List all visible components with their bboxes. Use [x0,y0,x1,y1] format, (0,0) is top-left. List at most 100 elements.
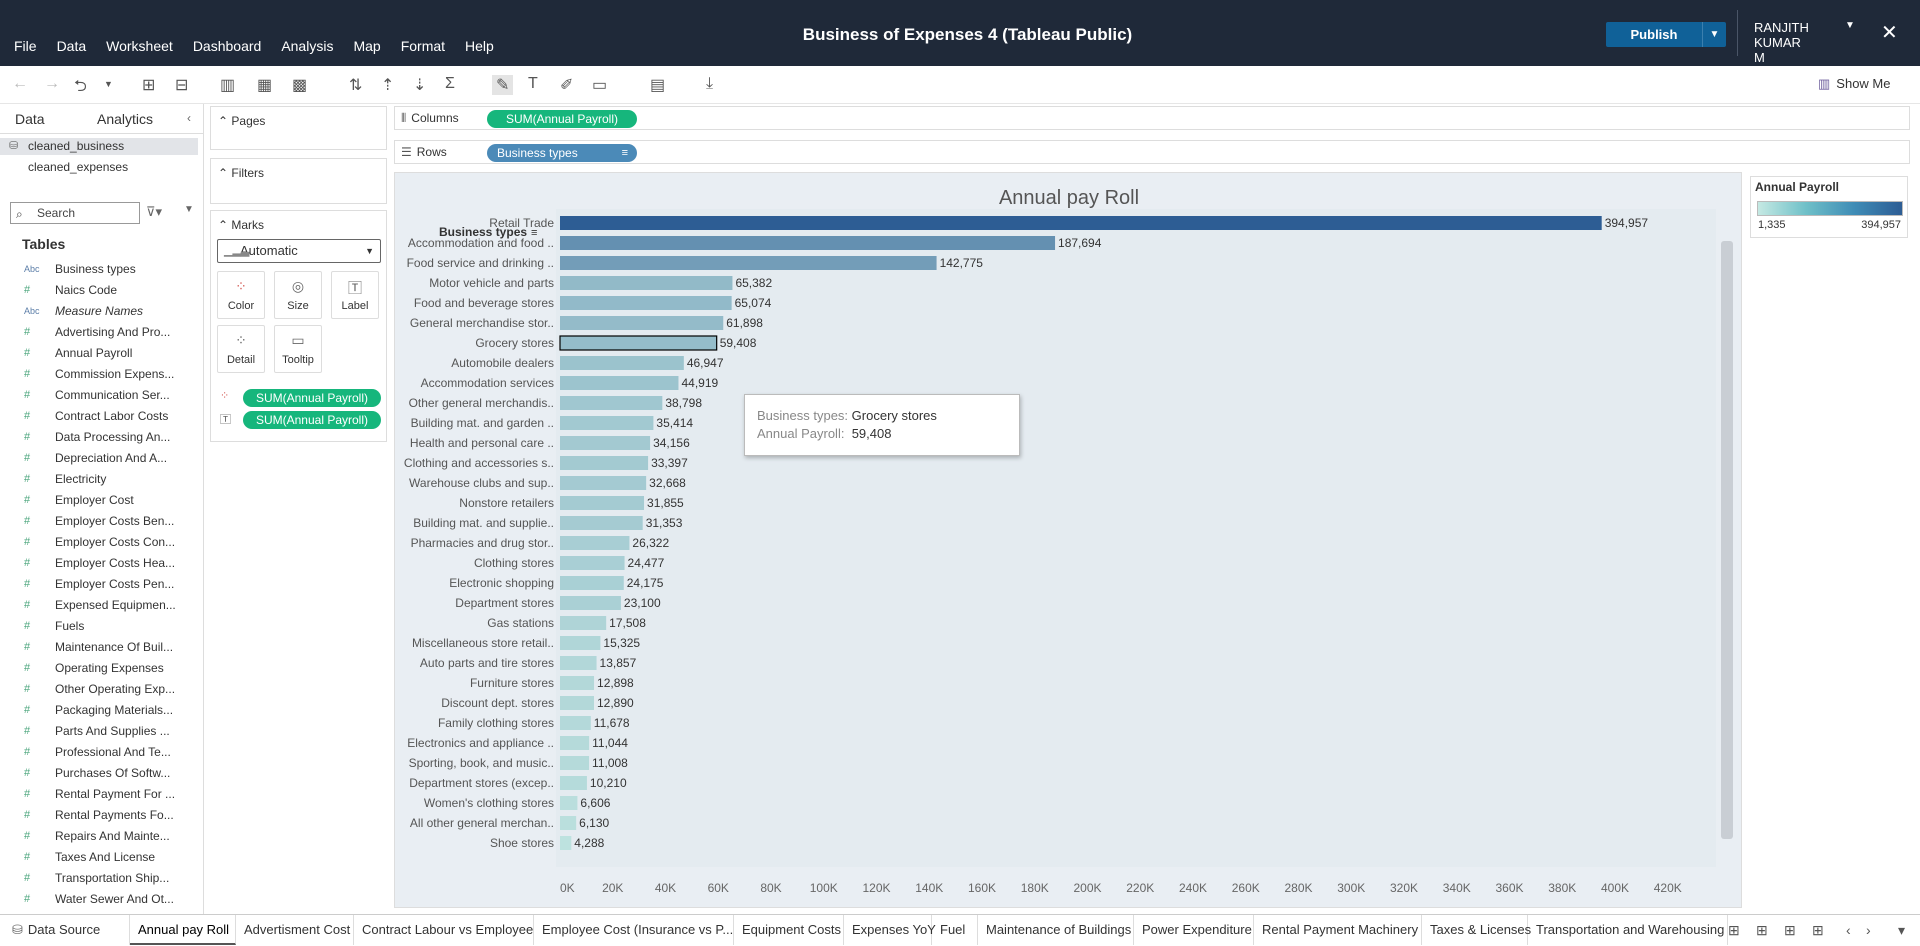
category-label[interactable]: Food and beverage stores [414,296,554,310]
category-label[interactable]: All other general merchan.. [410,816,554,830]
bar[interactable] [560,356,684,370]
bar[interactable] [560,496,645,510]
field-item[interactable]: # Fuels [0,617,190,635]
show-me-button[interactable]: ▥ Show Me [1818,76,1891,92]
category-label[interactable]: Accommodation services [421,376,554,390]
bar[interactable] [560,796,578,810]
bar[interactable] [559,335,718,351]
new-data-source-icon[interactable]: ⊞ [1728,922,1740,939]
sheet-tab[interactable]: Rental Payment Machinery [1254,915,1422,945]
field-item[interactable]: # Maintenance Of Buil... [0,638,190,656]
replay-icon[interactable]: ⮌ [74,75,87,102]
mark-type-select[interactable]: ▁▂▃ Automatic ▼ [217,239,381,263]
field-item[interactable]: # Commission Expens... [0,365,190,383]
field-item[interactable]: # Purchases Of Softw... [0,764,190,782]
field-item[interactable]: # Advertising And Pro... [0,323,190,341]
tab-analytics[interactable]: Analytics [97,111,153,127]
field-item[interactable]: # Communication Ser... [0,386,190,404]
sheet-tab[interactable]: Taxes & Licenses [1422,915,1531,945]
user-name[interactable]: RANJITH KUMAR M [1754,20,1814,65]
user-chevron-down-icon[interactable]: ▼ [1845,20,1855,31]
field-item[interactable]: # Contract Labor Costs [0,407,190,425]
label-pill[interactable]: SUM(Annual Payroll) [243,411,381,429]
category-label[interactable]: General merchandise stor.. [410,316,554,330]
label-button[interactable]: 🅃 Label [331,271,379,319]
bar[interactable] [560,216,1602,230]
field-item[interactable]: # Rental Payments Fo... [0,806,190,824]
color-legend[interactable]: Annual Payroll 1,335 394,957 [1750,176,1908,238]
category-label[interactable]: Clothing stores [474,556,554,570]
category-label[interactable]: Discount dept. stores [441,696,554,710]
field-item[interactable]: # Operating Expenses [0,659,190,677]
bar[interactable] [560,456,649,470]
sort-icon[interactable]: ≡ [622,144,628,162]
pages-card[interactable]: ⌃ Pages [210,106,387,150]
bar[interactable] [560,436,651,450]
vertical-scrollbar[interactable] [1721,241,1733,839]
color-pill[interactable]: SUM(Annual Payroll) [243,389,381,407]
category-label[interactable]: Retail Trade [489,216,554,230]
chevron-down-icon[interactable]: ▼ [184,204,194,215]
category-label[interactable]: Women's clothing stores [424,796,554,810]
rows-shelf[interactable]: ☰ Rows Business types ≡ [394,140,1910,164]
sheet-tab[interactable]: Transportation and Warehousing [1528,915,1728,945]
fit-icon[interactable]: ▭ [592,75,607,95]
scroll-right-icon[interactable]: › [1866,922,1871,938]
datasource-item[interactable]: ⛁ cleaned_business [0,138,198,155]
category-label[interactable]: Department stores [455,596,554,610]
highlight-icon[interactable]: ✎ [492,75,514,95]
category-label[interactable]: Department stores (excep.. [409,776,554,790]
bar[interactable] [560,296,732,310]
field-item[interactable]: # Employer Costs Pen... [0,575,190,593]
columns-shelf[interactable]: ⦀ Columns SUM(Annual Payroll) [394,106,1910,130]
filter-icon[interactable]: ⊽▾ [146,204,162,220]
bar[interactable] [560,516,643,530]
pause-updates-icon[interactable]: ⊟ [175,75,188,95]
field-item[interactable]: # Professional And Te... [0,743,190,761]
field-item[interactable]: # Water Sewer And Ot... [0,890,190,908]
search-input[interactable]: ⌕ Search [10,202,140,224]
columns-pill[interactable]: SUM(Annual Payroll) [487,110,637,128]
field-item[interactable]: # Electricity [0,470,190,488]
bar[interactable] [560,316,724,330]
category-label[interactable]: Pharmacies and drug stor.. [411,536,554,550]
filters-card[interactable]: ⌃ Filters [210,158,387,204]
bar[interactable] [560,696,594,710]
sheet-tab[interactable]: Fuel [932,915,978,945]
field-item[interactable]: # Employer Costs Con... [0,533,190,551]
bar[interactable] [560,536,630,550]
bar[interactable] [560,776,587,790]
bar[interactable] [560,476,647,490]
replay-dropdown-icon[interactable]: ▼ [104,79,113,89]
bar[interactable] [560,236,1056,250]
close-icon[interactable]: ✕ [1881,20,1898,45]
sheet-tab[interactable]: Equipment Costs [734,915,844,945]
sheet-tab[interactable]: Contract Labour vs Employee [354,915,534,945]
bar[interactable] [560,656,597,670]
undo-icon[interactable]: ← [12,75,28,93]
field-item[interactable]: # Taxes And License [0,848,190,866]
tab-data-source[interactable]: ⛁ Data Source [4,915,130,945]
size-button[interactable]: ◎ Size [274,271,322,319]
bar[interactable] [560,416,654,430]
field-item[interactable]: # Employer Costs Ben... [0,512,190,530]
collapse-icon[interactable]: ‹ [187,111,191,125]
bar[interactable] [560,556,625,570]
sheet-tab[interactable]: Expenses YoY [844,915,936,945]
field-item[interactable]: # Transportation Ship... [0,869,190,887]
category-label[interactable]: Other general merchandis.. [409,396,554,410]
rows-pill[interactable]: Business types ≡ [487,144,637,162]
detail-button[interactable]: ⁘ Detail [217,325,265,373]
category-label[interactable]: Motor vehicle and parts [429,276,554,290]
bar[interactable] [560,816,577,830]
sheet-tab[interactable]: Employee Cost (Insurance vs P... [534,915,734,945]
category-label[interactable]: Automobile dealers [451,356,554,370]
field-item[interactable]: # Packaging Materials... [0,701,190,719]
download-icon[interactable]: ⤓ [706,75,713,93]
tab-data[interactable]: Data [15,111,45,127]
bar[interactable] [560,736,590,750]
field-item[interactable]: # Annual Payroll [0,344,190,362]
duplicate-sheet-icon[interactable]: ▦ [257,75,272,95]
field-item[interactable]: # Data Processing An... [0,428,190,446]
sort-ascending-icon[interactable]: ⇡ [381,75,394,95]
